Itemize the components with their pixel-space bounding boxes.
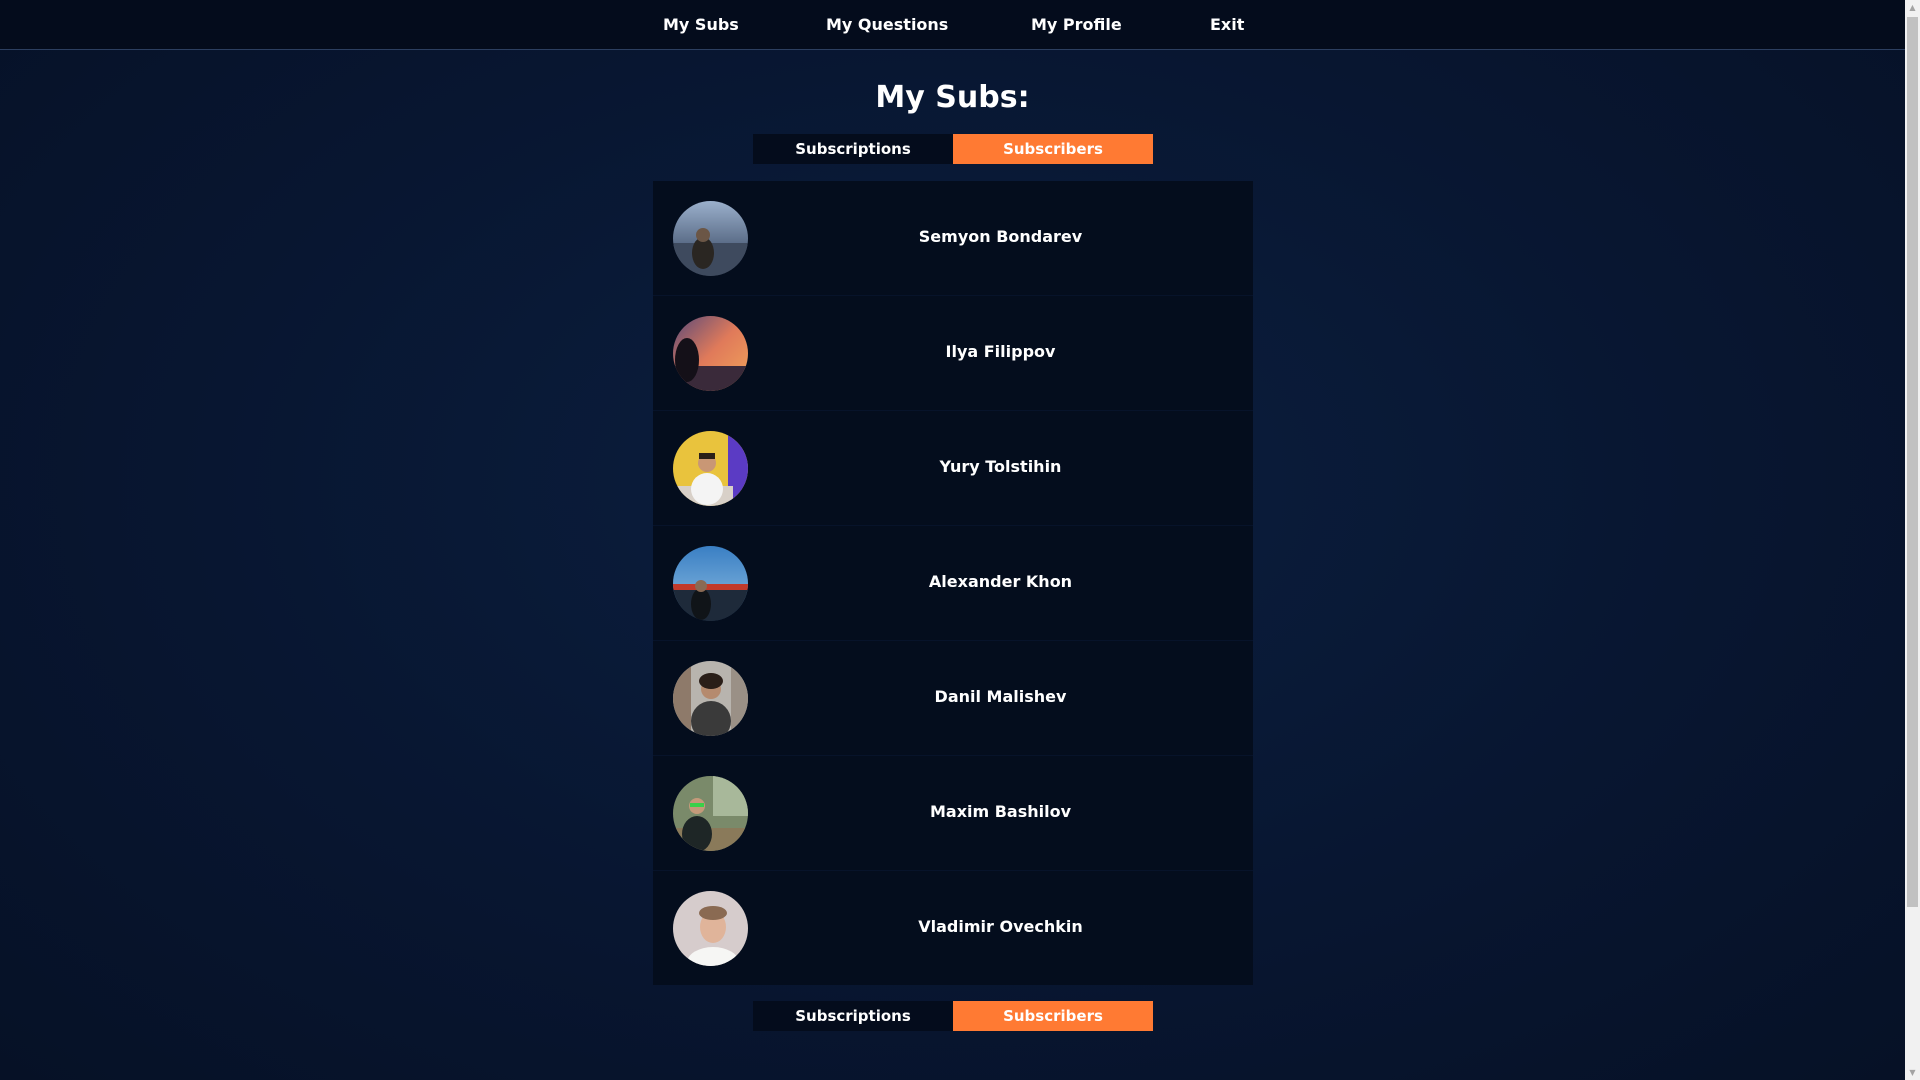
avatar bbox=[673, 546, 748, 621]
user-photo-portrait-icon bbox=[673, 891, 748, 966]
nav-my-profile[interactable]: My Profile bbox=[1031, 14, 1122, 36]
avatar bbox=[673, 431, 748, 506]
list-item[interactable]: Maxim Bashilov bbox=[653, 756, 1253, 871]
user-list: Semyon Bondarev Ilya Filippov Yury Tolst… bbox=[653, 181, 1253, 985]
nav-my-subs[interactable]: My Subs bbox=[663, 14, 739, 36]
nav-exit[interactable]: Exit bbox=[1210, 14, 1244, 36]
scroll-down-arrow-icon[interactable]: ▼ bbox=[1905, 1065, 1920, 1080]
vertical-scrollbar[interactable]: ▲ ▼ bbox=[1905, 0, 1920, 1080]
page: My Subs My Questions My Profile Exit My … bbox=[0, 0, 1905, 1080]
top-navigation: My Subs My Questions My Profile Exit bbox=[0, 0, 1905, 50]
tabs-top: Subscriptions Subscribers bbox=[753, 134, 1153, 164]
user-name: Yury Tolstihin bbox=[939, 457, 1062, 476]
tab-subscriptions[interactable]: Subscriptions bbox=[753, 1001, 953, 1031]
list-item[interactable]: Yury Tolstihin bbox=[653, 411, 1253, 526]
list-item[interactable]: Ilya Filippov bbox=[653, 296, 1253, 411]
user-photo-yellow-room-icon bbox=[673, 431, 748, 506]
avatar bbox=[673, 316, 748, 391]
user-photo-lake-icon bbox=[673, 201, 748, 276]
user-photo-bridge-icon bbox=[673, 546, 748, 621]
page-title: My Subs: bbox=[875, 80, 1030, 115]
tab-subscribers[interactable]: Subscribers bbox=[953, 1001, 1153, 1031]
list-item[interactable]: Danil Malishev bbox=[653, 641, 1253, 756]
user-name: Maxim Bashilov bbox=[929, 802, 1072, 821]
user-photo-sunset-icon bbox=[673, 316, 748, 391]
user-name: Alexander Khon bbox=[928, 572, 1073, 591]
scrollbar-thumb[interactable] bbox=[1907, 17, 1918, 907]
tabs-bottom: Subscriptions Subscribers bbox=[753, 1001, 1153, 1031]
nav-my-questions[interactable]: My Questions bbox=[826, 14, 948, 36]
avatar bbox=[673, 661, 748, 736]
user-photo-street-icon bbox=[673, 661, 748, 736]
tab-subscriptions[interactable]: Subscriptions bbox=[753, 134, 953, 164]
list-item[interactable]: Semyon Bondarev bbox=[653, 181, 1253, 296]
avatar bbox=[673, 776, 748, 851]
avatar bbox=[673, 201, 748, 276]
list-item[interactable]: Vladimir Ovechkin bbox=[653, 871, 1253, 986]
avatar bbox=[673, 891, 748, 966]
user-name: Danil Malishev bbox=[934, 687, 1067, 706]
user-name: Semyon Bondarev bbox=[918, 227, 1083, 246]
scroll-up-arrow-icon[interactable]: ▲ bbox=[1905, 0, 1920, 15]
user-name: Vladimir Ovechkin bbox=[918, 917, 1083, 936]
tab-subscribers[interactable]: Subscribers bbox=[953, 134, 1153, 164]
user-photo-park-icon bbox=[673, 776, 748, 851]
user-name: Ilya Filippov bbox=[945, 342, 1056, 361]
list-item[interactable]: Alexander Khon bbox=[653, 526, 1253, 641]
